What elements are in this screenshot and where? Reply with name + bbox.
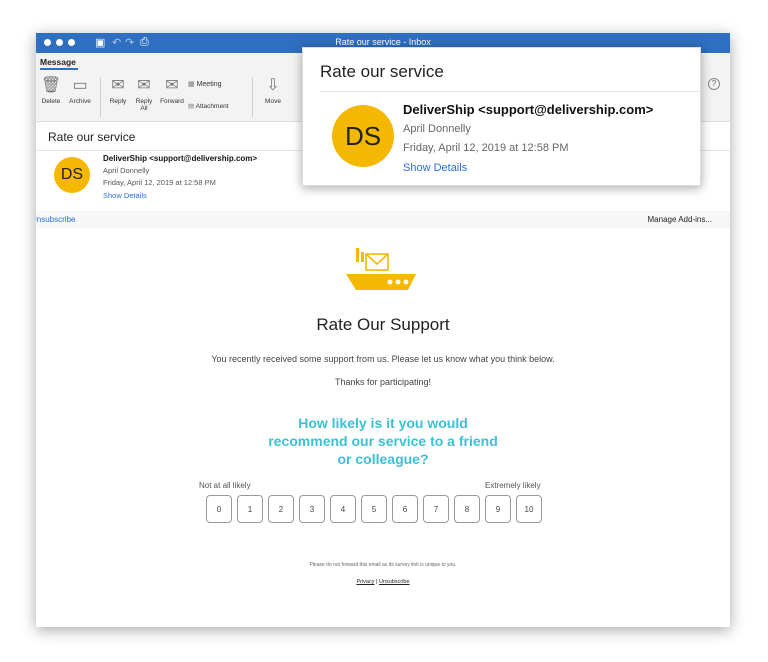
move-button[interactable]: ⇩ Move (260, 77, 286, 105)
rating-option-5[interactable]: 5 (361, 495, 387, 523)
privacy-link[interactable]: Privacy (356, 579, 374, 585)
rating-option-1[interactable]: 1 (237, 495, 263, 523)
rating-option-0[interactable]: 0 (206, 495, 232, 523)
reply-all-label-2: All (140, 105, 148, 112)
manage-addins-button[interactable]: Manage Add-ins... (648, 215, 712, 224)
survey-question-line-2: recommend our service to a friend (268, 433, 498, 449)
attachment-button[interactable]: ▤ Attachment (188, 103, 246, 110)
popup-divider (320, 91, 700, 92)
attachment-icon: ▤ (188, 103, 195, 110)
rating-option-2[interactable]: 2 (268, 495, 294, 523)
survey-question-line-1: How likely is it you would (298, 415, 468, 431)
unsubscribe-link[interactable]: Unsubscribe (36, 215, 75, 224)
reply-icon: ✉ (111, 77, 125, 94)
move-label: Move (265, 98, 281, 105)
footer-separator: | (376, 579, 378, 585)
sender[interactable]: DeliverShip <support@delivership.com> (103, 154, 257, 163)
delete-label: Delete (41, 98, 61, 105)
survey-thanks: Thanks for participating! (334, 377, 432, 387)
archive-label: Archive (69, 98, 91, 105)
rating-option-3[interactable]: 3 (299, 495, 325, 523)
rating-option-7[interactable]: 7 (423, 495, 449, 523)
reply-all-label-1: Reply (135, 98, 153, 105)
popup-avatar: DS (332, 105, 394, 167)
popup-recipient[interactable]: April Donnelly (403, 123, 471, 135)
calendar-icon: ▦ (188, 81, 195, 88)
forward-button[interactable]: ✉ Forward (157, 77, 187, 105)
email-body: Rate Our Support You recently received s… (36, 228, 730, 627)
scale-high-label: Extremely likely (485, 481, 541, 490)
show-details-link[interactable]: Show Details (103, 191, 147, 200)
attachment-label: Attachment (195, 103, 229, 110)
reply-all-icon: ✉ (137, 77, 151, 94)
rating-option-9[interactable]: 9 (485, 495, 511, 523)
rating-option-6[interactable]: 6 (392, 495, 418, 523)
popup-sender[interactable]: DeliverShip <support@delivership.com> (403, 102, 653, 117)
survey-question-line-3: or colleague? (337, 451, 429, 467)
window-title: Rate our service - Inbox (335, 37, 431, 47)
footer-links: Privacy | Unsubscribe (36, 579, 730, 585)
survey-intro: You recently received some support from … (211, 354, 555, 364)
delete-button[interactable]: 🗑 Delete (40, 77, 62, 105)
meeting-button[interactable]: ▦ Meeting (188, 81, 233, 88)
meeting-label: Meeting (196, 81, 222, 88)
rating-option-10[interactable]: 10 (516, 495, 542, 523)
archive-icon: ▭ (72, 77, 88, 94)
ribbon-divider (100, 77, 101, 117)
rating-option-4[interactable]: 4 (330, 495, 356, 523)
help-icon[interactable]: ? (708, 78, 720, 90)
footer-unsubscribe-link[interactable]: Unsubscribe (379, 579, 410, 585)
popup-show-details-link[interactable]: Show Details (403, 162, 467, 174)
avatar: DS (54, 157, 90, 193)
tab-underline (40, 68, 78, 70)
archive-button[interactable]: ▭ Archive (66, 77, 94, 105)
tab-message[interactable]: Message (40, 57, 76, 67)
message-subject: Rate our service (48, 130, 136, 144)
forward-icon: ✉ (165, 77, 179, 94)
recipient[interactable]: April Donnelly (103, 166, 149, 175)
forward-label: Forward (160, 98, 184, 105)
message-date: Friday, April 12, 2019 at 12:58 PM (103, 178, 216, 187)
survey-heading: Rate Our Support (316, 315, 450, 334)
scale-low-label: Not at all likely (199, 481, 251, 490)
popup-title: Rate our service (320, 62, 444, 81)
survey-footnote: Please do not forward this email as its … (309, 562, 457, 568)
popup-date: Friday, April 12, 2019 at 12:58 PM (403, 142, 569, 154)
move-icon: ⇩ (266, 77, 280, 94)
reply-label: Reply (109, 98, 127, 105)
contact-popup: Rate our service DS DeliverShip <support… (302, 47, 701, 186)
trash-icon: 🗑 (40, 77, 62, 94)
info-strip (36, 211, 730, 228)
rating-option-8[interactable]: 8 (454, 495, 480, 523)
reply-all-button[interactable]: ✉ Reply All (132, 77, 156, 112)
ribbon-divider (252, 77, 253, 117)
reply-button[interactable]: ✉ Reply (106, 77, 130, 105)
ship-logo-icon (346, 248, 416, 290)
